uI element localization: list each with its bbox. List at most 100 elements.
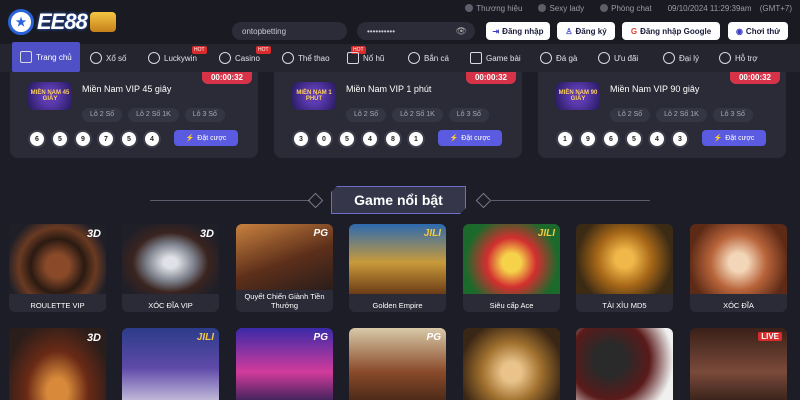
nav-item-home[interactable]: Trang chủ [12, 42, 80, 72]
game-name: Quyết Chiến Giành Tiền Thưởng [244, 292, 325, 310]
game-tile[interactable] [463, 328, 560, 400]
lady-icon [538, 4, 547, 12]
google-login-button[interactable]: G Đăng nhập Google [622, 22, 720, 40]
login-button[interactable]: ⇥ Đăng nhập [486, 22, 550, 40]
topbar-chat[interactable]: Phòng chat [600, 3, 652, 13]
game-tile-tai-xiu-md5[interactable]: TÀI XỈU MD5 [576, 224, 673, 312]
place-bet-label: Đặt cược [725, 134, 755, 142]
nav-item-slots[interactable]: Nổ hũ [347, 44, 384, 72]
nav-label: Thể thao [298, 53, 330, 63]
main-nav: Trang chủ Xổ số Luckywin HOT Casino HOT … [0, 42, 800, 72]
provider-tag: PG [426, 332, 441, 343]
game-art [463, 328, 560, 400]
provider-tag: 3D [86, 332, 101, 344]
nav-label: Luckywin [164, 53, 197, 63]
password-field[interactable]: 👁 [357, 22, 475, 40]
bet-type-tab[interactable]: Lô 2 Số 1K [656, 108, 707, 122]
bet-type-tab[interactable]: Lô 2 Số [610, 108, 651, 122]
bet-type-tab[interactable]: Lô 3 Số [184, 108, 225, 122]
treasure-icon [89, 12, 116, 32]
trial-button[interactable]: ◉ Chơi thử [728, 22, 788, 40]
nav-item-fishing[interactable]: Bắn cá [408, 44, 449, 72]
game-tile[interactable] [576, 328, 673, 400]
username-field[interactable] [232, 22, 347, 40]
game-name: XÓC ĐĨA VIP [148, 301, 193, 310]
game-tile-golden-empire[interactable]: JILI Golden Empire [349, 224, 446, 312]
nav-item-sports[interactable]: Thể thao [282, 44, 330, 72]
result-ball: 0 [317, 132, 331, 146]
bet-type-tab[interactable]: Lô 2 Số 1K [128, 108, 179, 122]
xoc-dia-bowl-art [690, 224, 787, 294]
game-tile-sieu-cap-ace[interactable]: JILI Siêu cấp Ace [463, 224, 560, 312]
game-tile-xoc-dia-vip[interactable]: 3D XÓC ĐĨA VIP [122, 224, 219, 312]
game-tile[interactable]: 3D [9, 328, 106, 400]
nav-item-card-games[interactable]: Game bài [470, 44, 521, 72]
nav-item-casino[interactable]: Casino [219, 44, 260, 72]
countdown-timer: 00:00:32 [730, 72, 780, 84]
bet-type-tab[interactable]: Lô 2 Số 1K [392, 108, 443, 122]
logo-emblem-icon: ★ [8, 9, 34, 35]
result-ball: 5 [122, 132, 136, 146]
bet-type-tab[interactable]: Lô 3 Số [448, 108, 489, 122]
lottery-card[interactable]: 00:00:32 MIỀN NAM 1 PHÚT Miền Nam VIP 1 … [274, 72, 522, 158]
nav-item-agency[interactable]: Đại lý [663, 44, 699, 72]
diamond-icon [475, 192, 492, 209]
place-bet-button[interactable]: ⚡ Đặt cược [702, 130, 766, 146]
agency-icon [663, 52, 675, 64]
topbar-brand[interactable]: Thương hiệu [465, 4, 522, 13]
rooster-icon [540, 52, 552, 64]
brand-name: EE88 [37, 9, 88, 34]
google-icon: G [630, 26, 638, 36]
lottery-card[interactable]: 00:00:32 MIỀN NAM 90 GIÂY Miền Nam VIP 9… [538, 72, 786, 158]
lottery-title: Miền Nam VIP 90 giây [610, 84, 700, 94]
game-name: Siêu cấp Ace [489, 301, 534, 310]
countdown-timer: 00:00:32 [466, 72, 516, 84]
game-tile-quyet-chien[interactable]: PG Quyết Chiến Giành Tiền Thưởng [236, 224, 333, 312]
game-tile[interactable]: PG [349, 328, 446, 400]
nav-label: Casino [235, 53, 260, 63]
game-tile[interactable]: JILI [122, 328, 219, 400]
place-bet-label: Đặt cược [197, 134, 227, 142]
nav-item-promotions[interactable]: Ưu đãi [598, 44, 638, 72]
lottery-card[interactable]: 00:00:32 MIỀN NAM 45 GIÂY Miền Nam VIP 4… [10, 72, 258, 158]
section-divider-right [490, 200, 650, 201]
register-button[interactable]: ♙ Đăng ký [557, 22, 615, 40]
lightning-icon: ⚡ [449, 135, 459, 142]
logo[interactable]: ★ EE88 [8, 6, 138, 38]
provider-tag: PG [313, 228, 328, 239]
game-tile-roulette-vip[interactable]: 3D ROULETTE VIP [9, 224, 106, 312]
eye-icon[interactable]: 👁 [456, 26, 467, 37]
bet-type-tab[interactable]: Lô 2 Số [346, 108, 387, 122]
brand-icon [465, 4, 474, 12]
bet-type-tab[interactable]: Lô 3 Số [712, 108, 753, 122]
result-ball: 5 [340, 132, 354, 146]
topbar-sexy-lady[interactable]: Sexy lady [538, 4, 584, 13]
result-ball: 3 [294, 132, 308, 146]
game-tile-xoc-dia[interactable]: XÓC ĐĨA [690, 224, 787, 312]
register-label: Đăng ký [575, 26, 607, 36]
game-tile[interactable]: LIVE [690, 328, 787, 400]
nav-item-support[interactable]: Hỗ trợ [719, 44, 758, 72]
username-input[interactable] [242, 26, 347, 36]
trial-label: Chơi thử [745, 26, 781, 36]
result-ball: 5 [627, 132, 641, 146]
home-icon [20, 51, 32, 63]
nav-item-luckywin[interactable]: Luckywin [148, 44, 197, 72]
support-icon [719, 52, 731, 64]
bet-type-tab[interactable]: Lô 2 Số [82, 108, 123, 122]
result-ball: 9 [581, 132, 595, 146]
place-bet-button[interactable]: ⚡ Đặt cược [438, 130, 502, 146]
lottery-thumb: MIỀN NAM 90 GIÂY [556, 82, 600, 110]
place-bet-button[interactable]: ⚡ Đặt cược [174, 130, 238, 146]
topbar-chat-label: Phòng chat [611, 3, 652, 13]
nav-item-cockfight[interactable]: Đá gà [540, 44, 577, 72]
datetime: 09/10/2024 11:29:39am [667, 3, 752, 13]
user-plus-icon: ♙ [565, 26, 573, 36]
lightning-icon: ⚡ [713, 135, 723, 142]
nav-label: Xổ số [106, 53, 127, 63]
google-login-label: Đăng nhập Google [640, 26, 712, 36]
nav-item-lottery[interactable]: Xổ số [90, 44, 126, 72]
game-tile[interactable]: PG [236, 328, 333, 400]
nav-label: Ưu đãi [614, 53, 639, 63]
topbar-clock: 09/10/2024 11:29:39am (GMT+7) [668, 4, 792, 13]
